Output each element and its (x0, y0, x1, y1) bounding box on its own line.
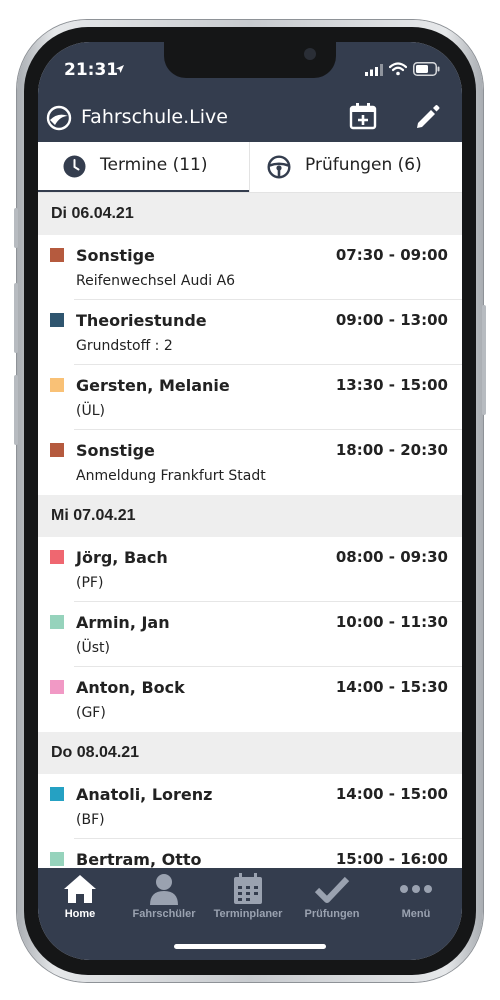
category-color-swatch (50, 787, 64, 801)
tab-bar: Termine (11) Prüfungen (6) (38, 142, 462, 193)
wifi-icon (389, 62, 407, 76)
appointment-title: Gersten, Melanie (76, 376, 230, 395)
nav-home[interactable]: Home (38, 868, 122, 928)
appointment-row[interactable]: Gersten, Melanie (ÜL) 13:30 - 15:00 (38, 365, 462, 430)
nav-pruefungen[interactable]: Prüfungen (290, 868, 374, 928)
appointment-list: Di 06.04.21 Sonstige Reifenwechsel Audi … (38, 193, 462, 868)
appointment-row[interactable]: Sonstige Anmeldung Frankfurt Stadt 18:00… (38, 430, 462, 495)
appointment-title: Bertram, Otto (76, 850, 202, 868)
power-button (482, 305, 486, 415)
nav-fahrschueler-label: Fahrschüler (132, 908, 196, 920)
appointment-row[interactable]: Anton, Bock (GF) 14:00 - 15:30 (38, 667, 462, 732)
app-logo-icon (46, 105, 72, 131)
appointment-time: 18:00 - 20:30 (335, 441, 448, 459)
date-header: Di 06.04.21 (38, 193, 462, 235)
appointment-detail: Grundstoff : 2 (76, 338, 173, 354)
category-color-swatch (50, 615, 64, 629)
app-title: Fahrschule.Live (81, 106, 228, 128)
status-time: 21:31 (64, 60, 119, 80)
appointment-detail: Reifenwechsel Audi A6 (76, 273, 236, 289)
nav-home-label: Home (64, 908, 96, 920)
active-tab-indicator (38, 190, 249, 192)
appointment-title: Theoriestunde (76, 311, 207, 330)
category-color-swatch (50, 248, 64, 262)
tab-termine-label: Termine (11) (100, 155, 208, 175)
person-icon (150, 874, 178, 905)
tab-termine[interactable]: Termine (11) (38, 142, 250, 192)
category-color-swatch (50, 378, 64, 392)
tab-pruefungen[interactable]: Prüfungen (6) (250, 142, 462, 192)
appointment-row[interactable]: Sonstige Reifenwechsel Audi A6 07:30 - 0… (38, 235, 462, 300)
appointment-title: Sonstige (76, 441, 155, 460)
tab-pruefungen-label: Prüfungen (6) (305, 155, 422, 175)
nav-pruefungen-label: Prüfungen (304, 908, 360, 920)
edit-pencil-icon[interactable] (414, 103, 441, 130)
mute-switch (14, 208, 18, 248)
app-bar: Fahrschule.Live (38, 100, 462, 142)
appointment-title: Anatoli, Lorenz (76, 785, 213, 804)
appointment-row[interactable]: Bertram, Otto 15:00 - 16:00 (38, 839, 462, 868)
appointment-detail: (ÜL) (76, 403, 105, 419)
appointment-title: Jörg, Bach (76, 548, 168, 567)
appointment-row[interactable]: Armin, Jan (Üst) 10:00 - 11:30 (38, 602, 462, 667)
nav-terminplaner[interactable]: Terminplaner (206, 868, 290, 928)
calendar-icon (234, 873, 262, 904)
more-dots-icon (400, 885, 432, 893)
nav-terminplaner-label: Terminplaner (213, 908, 283, 920)
nav-menue[interactable]: Menü (374, 868, 458, 928)
add-appointment-icon[interactable] (349, 102, 377, 130)
appointment-time: 15:00 - 16:00 (335, 850, 448, 868)
checkmark-icon (314, 876, 350, 903)
volume-down-button (14, 375, 18, 445)
category-color-swatch (50, 852, 64, 866)
signal-icon (365, 64, 383, 76)
clock-icon (63, 155, 86, 178)
steering-wheel-icon (267, 155, 291, 179)
location-arrow-icon (116, 65, 124, 73)
appointment-detail: (GF) (76, 705, 106, 721)
nav-menue-label: Menü (401, 908, 431, 920)
appointment-time: 13:30 - 15:00 (335, 376, 448, 394)
appointment-detail: Anmeldung Frankfurt Stadt (76, 468, 266, 484)
appointment-time: 14:00 - 15:30 (335, 678, 448, 696)
date-header: Mi 07.04.21 (38, 495, 462, 537)
appointment-row[interactable]: Jörg, Bach (PF) 08:00 - 09:30 (38, 537, 462, 602)
appointment-detail: (Üst) (76, 640, 110, 656)
category-color-swatch (50, 443, 64, 457)
appointment-detail: (BF) (76, 812, 105, 828)
home-indicator[interactable] (174, 944, 326, 949)
volume-up-button (14, 283, 18, 353)
appointment-title: Sonstige (76, 246, 155, 265)
appointment-time: 10:00 - 11:30 (335, 613, 448, 631)
appointment-row[interactable]: Anatoli, Lorenz (BF) 14:00 - 15:00 (38, 774, 462, 839)
front-camera (304, 48, 316, 60)
home-icon (64, 875, 96, 903)
status-bar: 21:31 (38, 42, 462, 100)
date-header: Do 08.04.21 (38, 732, 462, 774)
bottom-nav: Home Fahrschüler Terminplaner Prüfungen … (38, 868, 462, 960)
category-color-swatch (50, 550, 64, 564)
nav-fahrschueler[interactable]: Fahrschüler (122, 868, 206, 928)
category-color-swatch (50, 313, 64, 327)
notch (164, 42, 336, 78)
appointment-title: Anton, Bock (76, 678, 185, 697)
appointment-title: Armin, Jan (76, 613, 170, 632)
category-color-swatch (50, 680, 64, 694)
appointment-row[interactable]: Theoriestunde Grundstoff : 2 09:00 - 13:… (38, 300, 462, 365)
screen: 21:31 Fahrschule.Live Termine (11) Prüfu… (38, 42, 462, 960)
appointment-time: 07:30 - 09:00 (335, 246, 448, 264)
battery-icon (413, 62, 440, 76)
appointment-time: 14:00 - 15:00 (335, 785, 448, 803)
appointment-detail: (PF) (76, 575, 104, 591)
appointment-time: 08:00 - 09:30 (335, 548, 448, 566)
appointment-time: 09:00 - 13:00 (335, 311, 448, 329)
